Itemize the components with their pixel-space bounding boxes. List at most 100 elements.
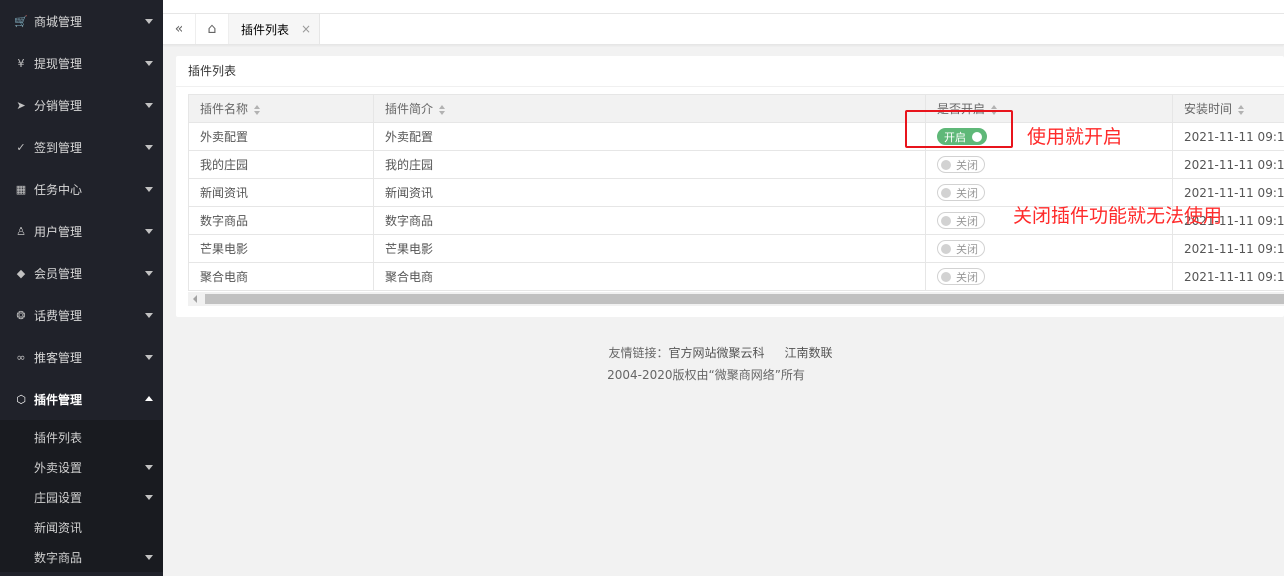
table-row: 芒果电影 芒果电影 关闭 2021-11-11 09:12 xyxy=(188,234,1284,263)
sort-icon[interactable] xyxy=(1238,104,1245,115)
sidebar-item-1[interactable]: ¥ 提现管理 xyxy=(0,42,163,84)
submenu-item-label: 插件列表 xyxy=(34,430,83,445)
sidebar-item-label: 签到管理 xyxy=(34,140,83,155)
cell-intro: 聚合电商 xyxy=(373,262,926,291)
column-label: 插件简介 xyxy=(385,102,434,116)
submenu-item-label: 庄园设置 xyxy=(34,490,83,505)
cell-enabled: 关闭 xyxy=(925,234,1173,263)
sidebar-item-label: 会员管理 xyxy=(34,266,83,281)
card-title: 插件列表 xyxy=(176,56,1284,87)
cell-name: 新闻资讯 xyxy=(188,178,374,207)
sidebar-item-label: 分销管理 xyxy=(34,98,83,113)
scrollbar-thumb[interactable] xyxy=(205,294,1284,304)
sidebar-item-label: 商城管理 xyxy=(34,14,83,29)
column-label: 是否开启 xyxy=(937,102,986,116)
sidebar-item-label: 话费管理 xyxy=(34,308,83,323)
footer-link-jiangnan[interactable]: 江南数联 xyxy=(785,346,833,360)
cell-intro: 芒果电影 xyxy=(373,234,926,263)
sidebar-menu: 🛒 商城管理 ¥ 提现管理 ➤ 分销管理 ✓ 签到管理 ▦ 任务中心 ♙ 用户管理 ◆ 会员管理 ❂ 话费管理… xyxy=(0,0,163,420)
link-icon: ∞ xyxy=(16,350,26,364)
cart-icon: 🛒 xyxy=(14,14,28,28)
cell-install-time: 2021-11-11 09:12 xyxy=(1172,122,1284,151)
sidebar-item-0[interactable]: 🛒 商城管理 xyxy=(0,0,163,42)
top-header xyxy=(163,0,1284,14)
sidebar-item-6[interactable]: ◆ 会员管理 xyxy=(0,252,163,294)
sort-icon[interactable] xyxy=(439,104,446,115)
sidebar-submenu: 插件列表外卖设置庄园设置新闻资讯数字商品 xyxy=(0,420,163,572)
footer-link-official[interactable]: 官方网站微聚云科 xyxy=(668,346,764,360)
column-header-name[interactable]: 插件名称 xyxy=(188,94,374,123)
chevron-up-icon xyxy=(145,396,153,401)
chevron-down-icon xyxy=(145,19,153,24)
cube-icon: ⬡ xyxy=(16,392,26,406)
cell-intro: 数字商品 xyxy=(373,206,926,235)
cell-intro: 外卖配置 xyxy=(373,122,926,151)
column-label: 安装时间 xyxy=(1184,102,1233,116)
chevron-down-icon xyxy=(145,145,153,150)
chevron-down-icon xyxy=(145,555,153,560)
close-icon[interactable]: × xyxy=(301,22,311,36)
sidebar-item-8[interactable]: ∞ 推客管理 xyxy=(0,336,163,378)
sidebar-item-3[interactable]: ✓ 签到管理 xyxy=(0,126,163,168)
sidebar-item-2[interactable]: ➤ 分销管理 xyxy=(0,84,163,126)
chevron-down-icon xyxy=(145,465,153,470)
scroll-left-arrow-icon[interactable] xyxy=(193,295,197,303)
check-icon: ✓ xyxy=(16,140,26,154)
table-row: 聚合电商 聚合电商 关闭 2021-11-11 09:12 xyxy=(188,262,1284,291)
footer-links-label: 友情链接： xyxy=(608,346,669,360)
sidebar-item-5[interactable]: ♙ 用户管理 xyxy=(0,210,163,252)
sidebar-item-4[interactable]: ▦ 任务中心 xyxy=(0,168,163,210)
cell-name: 聚合电商 xyxy=(188,262,374,291)
switch-label: 关闭 xyxy=(956,243,978,256)
yen-circle-icon: ¥ xyxy=(17,56,25,70)
column-header-intro[interactable]: 插件简介 xyxy=(373,94,926,123)
sidebar-item-label: 任务中心 xyxy=(34,182,83,197)
submenu-item-label: 外卖设置 xyxy=(34,460,83,475)
enable-switch[interactable]: 关闭 xyxy=(937,212,985,229)
table-header-row: 插件名称 插件简介 是否开启 安装时间 xyxy=(188,94,1284,123)
sort-icon[interactable] xyxy=(254,104,261,115)
chevron-down-icon xyxy=(145,271,153,276)
collapse-sidebar-icon[interactable]: « xyxy=(163,14,196,44)
horizontal-scrollbar[interactable] xyxy=(188,292,1284,306)
tab-plugin-list[interactable]: 插件列表 × xyxy=(229,14,320,44)
column-header-enabled[interactable]: 是否开启 xyxy=(925,94,1173,123)
sidebar-item-9[interactable]: ⬡ 插件管理 xyxy=(0,378,163,420)
chevron-down-icon xyxy=(145,187,153,192)
column-label: 插件名称 xyxy=(200,102,249,116)
sidebar-item-7[interactable]: ❂ 话费管理 xyxy=(0,294,163,336)
home-icon[interactable]: ⌂ xyxy=(196,14,229,44)
fire-icon: ❂ xyxy=(16,308,26,322)
cell-intro: 我的庄园 xyxy=(373,150,926,179)
switch-knob xyxy=(941,244,951,254)
chevron-down-icon xyxy=(145,103,153,108)
submenu-item-3[interactable]: 新闻资讯 xyxy=(0,512,163,542)
cell-enabled: 关闭 xyxy=(925,262,1173,291)
enable-switch[interactable]: 关闭 xyxy=(937,156,985,173)
tab-label: 插件列表 xyxy=(241,22,290,37)
sidebar-item-label: 用户管理 xyxy=(34,224,83,239)
submenu-item-0[interactable]: 插件列表 xyxy=(0,422,163,452)
enable-switch[interactable]: 关闭 xyxy=(937,184,985,201)
submenu-item-label: 数字商品 xyxy=(34,550,83,565)
enable-switch[interactable]: 关闭 xyxy=(937,268,985,285)
switch-knob xyxy=(941,160,951,170)
footer-copyright: 2004-2020版权由“微聚商网络”所有 xyxy=(607,368,805,382)
cell-name: 数字商品 xyxy=(188,206,374,235)
column-header-install-time[interactable]: 安装时间 xyxy=(1172,94,1284,123)
switch-label: 关闭 xyxy=(956,159,978,172)
submenu-item-1[interactable]: 外卖设置 xyxy=(0,452,163,482)
annotation-on-note: 使用就开启 xyxy=(1027,126,1123,148)
cell-intro: 新闻资讯 xyxy=(373,178,926,207)
submenu-item-label: 新闻资讯 xyxy=(34,520,83,535)
sidebar-item-label: 插件管理 xyxy=(34,392,83,407)
switch-knob xyxy=(941,188,951,198)
submenu-item-4[interactable]: 数字商品 xyxy=(0,542,163,572)
submenu-item-2[interactable]: 庄园设置 xyxy=(0,482,163,512)
switch-label: 关闭 xyxy=(956,271,978,284)
sort-icon[interactable] xyxy=(991,104,998,115)
cell-install-time: 2021-11-11 09:12 xyxy=(1172,234,1284,263)
table-row: 我的庄园 我的庄园 关闭 2021-11-11 09:12 xyxy=(188,150,1284,179)
enable-switch[interactable]: 关闭 xyxy=(937,240,985,257)
enable-switch[interactable]: 开启 xyxy=(937,128,987,145)
